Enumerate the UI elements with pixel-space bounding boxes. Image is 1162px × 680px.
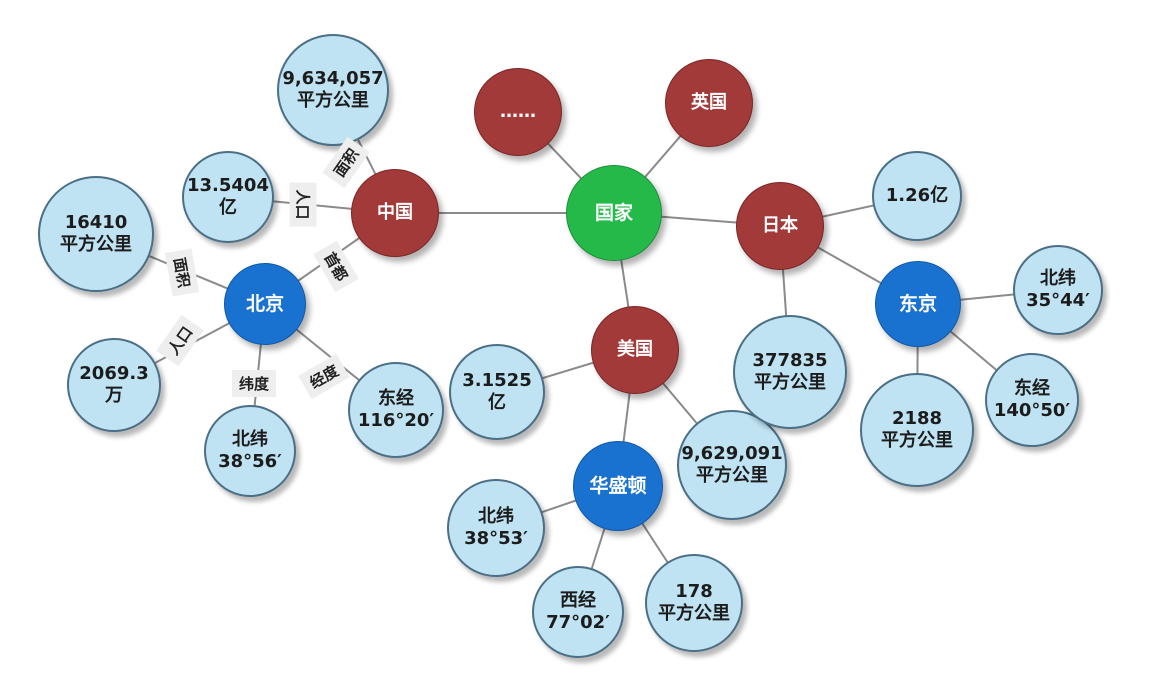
node-text: 116°20′ — [357, 410, 435, 431]
node-text: 日本 — [762, 215, 798, 237]
node-washington-area: 178 平方公里 — [645, 554, 743, 652]
node-text: 美国 — [617, 339, 653, 361]
node-text: 2069.3 — [79, 363, 149, 385]
node-japan-pop: 1.26亿 — [872, 151, 962, 241]
node-uk: 英国 — [665, 59, 753, 147]
node-text: 北京 — [245, 292, 284, 315]
node-text: 38°53′ — [464, 528, 528, 549]
node-usa: 美国 — [591, 306, 679, 394]
node-beijing-area: 16410 平方公里 — [38, 176, 154, 292]
edge-label-beijing-beijing_lat: 纬度 — [232, 369, 277, 397]
node-usa-area: 9,629,091 平方公里 — [677, 410, 787, 520]
node-beijing: 北京 — [224, 263, 306, 345]
node-text: 9,629,091 — [681, 443, 783, 465]
node-text: 平方公里 — [696, 465, 768, 486]
node-text: 国家 — [594, 201, 633, 224]
node-tokyo-lon: 东经 140°50′ — [985, 353, 1079, 447]
node-china-area: 9,634,057 平方公里 — [277, 34, 389, 146]
node-japan-area: 377835 平方公里 — [733, 315, 847, 429]
node-text: 平方公里 — [754, 372, 826, 393]
node-text: 3.1525 — [462, 370, 532, 392]
node-china-pop: 13.5404 亿 — [182, 151, 274, 243]
node-text: 华盛顿 — [589, 474, 647, 497]
node-text: 北纬 — [478, 506, 514, 528]
node-text: 35°44′ — [1026, 290, 1090, 311]
node-text: 9,634,057 — [282, 68, 384, 90]
node-text: 亿 — [219, 197, 237, 218]
node-text: 英国 — [691, 92, 727, 114]
node-text: 平方公里 — [297, 90, 369, 111]
node-text: 平方公里 — [881, 430, 953, 451]
node-china: 中国 — [351, 169, 439, 257]
node-text: 亿 — [488, 392, 506, 413]
node-tokyo-lat: 北纬 35°44′ — [1013, 245, 1103, 335]
node-text: 140°50′ — [993, 400, 1071, 421]
node-text: 东京 — [898, 292, 937, 315]
node-beijing-pop: 2069.3 万 — [67, 338, 161, 432]
node-text: 2188 — [891, 408, 943, 430]
node-tokyo-area: 2188 平方公里 — [860, 373, 974, 487]
node-text: 16410 — [64, 212, 128, 234]
node-beijing-lat: 北纬 38°56′ — [204, 405, 296, 497]
node-text: 377835 — [752, 350, 828, 372]
node-washington-lat: 北纬 38°53′ — [447, 479, 545, 577]
node-text: 平方公里 — [658, 603, 730, 624]
node-text: 东经 — [1014, 378, 1050, 400]
node-text: …… — [500, 101, 536, 123]
node-text: 1.26亿 — [885, 185, 949, 207]
edge-label-china-china_pop: 人口 — [289, 181, 317, 227]
node-text: 77°02′ — [546, 612, 610, 633]
node-washington-lon: 西经 77°02′ — [532, 566, 624, 658]
node-washington: 华盛顿 — [573, 441, 663, 531]
concept-map: 国家…… 英国 中国 日本 美国 北京 东京 华盛顿 9,634,057 平方公里 13.5404 亿… — [0, 0, 1162, 676]
node-text: 中国 — [377, 202, 413, 224]
node-text: 万 — [105, 385, 123, 406]
node-text: 西经 — [560, 590, 596, 612]
node-tokyo: 东京 — [875, 261, 961, 347]
node-japan: 日本 — [736, 182, 824, 270]
node-text: 13.5404 — [187, 175, 269, 197]
node-more: …… — [474, 68, 562, 156]
node-text: 平方公里 — [60, 234, 132, 255]
node-text: 38°56′ — [218, 451, 282, 472]
node-text: 东经 — [378, 388, 414, 410]
node-beijing-lon: 东经 116°20′ — [348, 362, 444, 458]
node-text: 北纬 — [232, 429, 268, 451]
node-root: 国家 — [566, 165, 662, 261]
node-text: 北纬 — [1040, 268, 1076, 290]
node-usa-pop: 3.1525 亿 — [449, 344, 545, 440]
node-text: 178 — [675, 581, 713, 603]
